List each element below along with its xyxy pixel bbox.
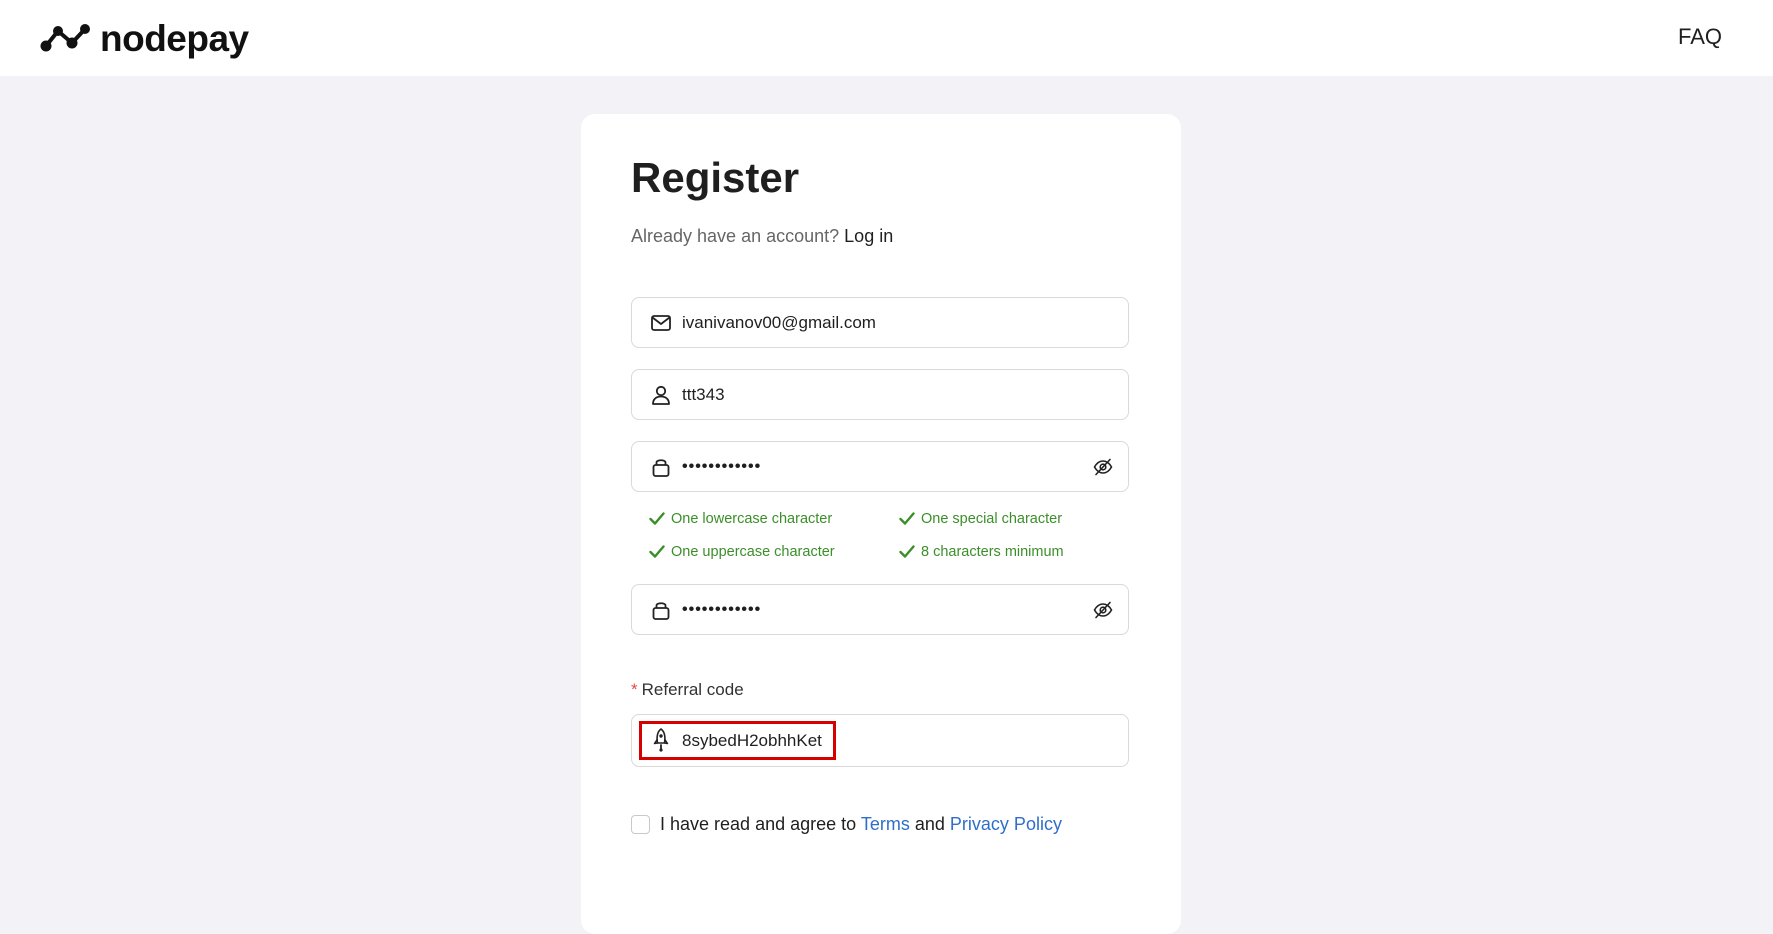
eye-off-icon[interactable] bbox=[1092, 599, 1114, 621]
check-icon bbox=[899, 512, 915, 525]
rule-lowercase: One lowercase character bbox=[649, 508, 899, 529]
top-bar: nodepay FAQ bbox=[0, 0, 1773, 76]
agree-terms-row: I have read and agree to Terms and Priva… bbox=[631, 814, 1062, 835]
lock-icon bbox=[650, 599, 672, 621]
agree-text: I have read and agree to Terms and Priva… bbox=[660, 814, 1062, 834]
terms-link[interactable]: Terms bbox=[861, 814, 910, 834]
required-mark: * bbox=[631, 680, 638, 699]
privacy-policy-link[interactable]: Privacy Policy bbox=[950, 814, 1062, 834]
check-icon bbox=[649, 545, 665, 558]
page-title: Register bbox=[631, 154, 800, 201]
email-field[interactable]: ivanivanov00@gmail.com bbox=[631, 297, 1129, 348]
rule-length: 8 characters minimum bbox=[899, 541, 1079, 562]
brand-name: nodepay bbox=[100, 17, 249, 59]
rule-special: One special character bbox=[899, 508, 1079, 529]
confirm-password-value: •••••••••••• bbox=[682, 601, 762, 618]
lock-icon bbox=[650, 456, 672, 478]
eye-off-icon[interactable] bbox=[1092, 456, 1114, 478]
confirm-password-field[interactable]: •••••••••••• bbox=[631, 584, 1129, 635]
check-icon bbox=[899, 545, 915, 558]
username-value: ttt343 bbox=[682, 385, 725, 404]
check-icon bbox=[649, 512, 665, 525]
mail-icon bbox=[650, 312, 672, 334]
login-prompt-text: Already have an account? bbox=[631, 226, 840, 246]
username-field[interactable]: ttt343 bbox=[631, 369, 1129, 420]
nodepay-logo-icon bbox=[40, 24, 90, 52]
referral-code-field[interactable]: 8sybedH2obhhKet bbox=[631, 714, 1129, 767]
login-link[interactable]: Log in bbox=[844, 226, 893, 246]
login-prompt: Already have an account? Log in bbox=[631, 226, 893, 247]
nodepay-logo[interactable]: nodepay bbox=[40, 14, 249, 62]
referral-label: * Referral code bbox=[631, 680, 744, 699]
rule-uppercase: One uppercase character bbox=[649, 541, 899, 562]
faq-link[interactable]: FAQ bbox=[1678, 24, 1722, 50]
user-icon bbox=[650, 384, 672, 406]
password-value: •••••••••••• bbox=[682, 458, 762, 475]
referral-highlight-box bbox=[639, 721, 836, 760]
agree-checkbox[interactable] bbox=[631, 815, 650, 834]
email-value: ivanivanov00@gmail.com bbox=[682, 313, 876, 332]
password-field[interactable]: •••••••••••• bbox=[631, 441, 1129, 492]
register-card: Register Already have an account? Log in… bbox=[581, 114, 1181, 934]
password-rules: One lowercase character One special char… bbox=[649, 508, 1079, 562]
